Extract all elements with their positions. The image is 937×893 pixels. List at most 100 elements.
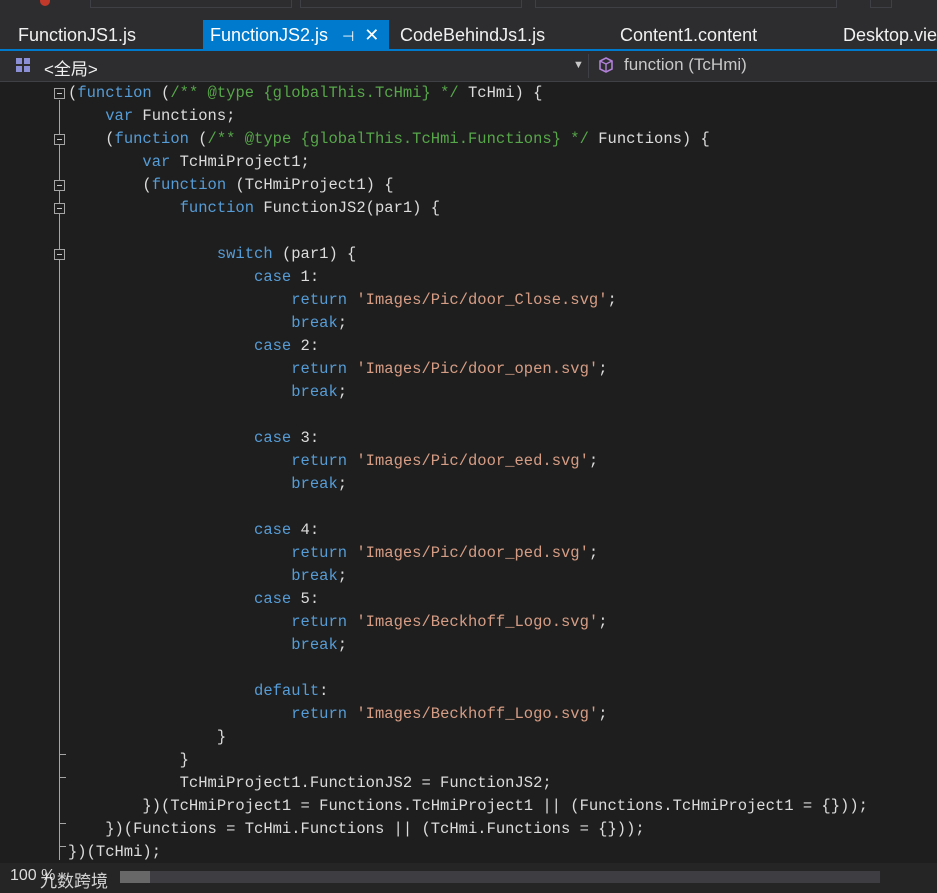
- code-line: var TcHmiProject1;: [68, 151, 310, 174]
- tab-content1[interactable]: Content1.content: [620, 20, 757, 49]
- code-token: return: [291, 705, 348, 723]
- tab-label: Content1.content: [620, 25, 758, 45]
- code-token: }: [68, 728, 227, 746]
- code-token: 'Images/Pic/door_eed.svg': [356, 452, 589, 470]
- outline-guide: [59, 100, 60, 860]
- tab-label: CodeBehindJs1.js: [400, 25, 546, 45]
- code-token: 'Images/Beckhoff_Logo.svg': [356, 613, 599, 631]
- code-line: case 5:: [68, 588, 319, 611]
- toolbar-dropdown[interactable]: [535, 0, 837, 8]
- code-token: (: [68, 130, 115, 148]
- code-line: return 'Images/Pic/door_Close.svg';: [68, 289, 617, 312]
- code-line: })(TcHmiProject1 = Functions.TcHmiProjec…: [68, 795, 868, 818]
- code-token: case: [254, 268, 292, 286]
- code-token: /** @type {globalThis.TcHmi.Functions} *…: [207, 130, 589, 148]
- code-token: ;: [598, 705, 608, 723]
- outline-end-tick: [60, 846, 66, 847]
- toolbar-dropdown[interactable]: [90, 0, 292, 8]
- code-token: ;: [337, 567, 348, 585]
- code-line: (function (TcHmiProject1) {: [68, 174, 394, 197]
- code-token: (: [188, 130, 208, 148]
- toolbar-button[interactable]: [870, 0, 892, 8]
- navigation-bar: <全局> ▼ function (TcHmi): [0, 51, 937, 82]
- pin-icon[interactable]: ⊣: [342, 21, 354, 51]
- code-token: })(TcHmiProject1 = Functions.TcHmiProjec…: [68, 797, 868, 815]
- scope-dropdown[interactable]: <全局> ▼: [10, 54, 589, 79]
- code-token: (: [68, 84, 78, 102]
- code-token: function: [179, 199, 255, 217]
- code-token: 2:: [291, 337, 320, 355]
- code-token: Functions) {: [588, 130, 710, 148]
- code-token: (par1) {: [272, 245, 357, 263]
- code-line: (function (/** @type {globalThis.TcHmi.F…: [68, 128, 710, 151]
- code-token: (: [151, 84, 171, 102]
- code-line: case 2:: [68, 335, 319, 358]
- code-line: })(TcHmi);: [68, 841, 161, 864]
- scrollbar-thumb[interactable]: [120, 871, 150, 883]
- code-line: case 3:: [68, 427, 319, 450]
- code-token: (: [68, 176, 152, 194]
- code-token: FunctionJS2(par1) {: [254, 199, 441, 217]
- code-token: ;: [607, 291, 617, 309]
- tab-label: FunctionJS2.js: [210, 25, 329, 45]
- code-token: case: [254, 337, 292, 355]
- code-token: 'Images/Pic/door_Close.svg': [356, 291, 608, 309]
- member-dropdown[interactable]: function (TcHmi): [596, 54, 937, 78]
- document-tab-bar: FunctionJS1.js FunctionJS2.js ⊣ ✕ CodeBehi…: [0, 20, 937, 49]
- code-token: return: [291, 360, 348, 378]
- collapse-icon[interactable]: [54, 249, 65, 260]
- code-token: default: [254, 682, 320, 700]
- tab-functionjs1[interactable]: FunctionJS1.js: [18, 20, 136, 49]
- code-token: 1:: [291, 268, 320, 286]
- tab-codebehindjs1[interactable]: CodeBehindJs1.js: [400, 20, 545, 49]
- collapse-icon[interactable]: [54, 203, 65, 214]
- code-token: Functions;: [133, 107, 236, 125]
- tab-desktop-view[interactable]: Desktop.vie: [843, 20, 937, 49]
- horizontal-scrollbar[interactable]: [120, 871, 880, 883]
- code-line: case 4:: [68, 519, 319, 542]
- code-token: 'Images/Pic/door_ped.svg': [356, 544, 589, 562]
- toolbar-dropdown[interactable]: [300, 0, 522, 8]
- code-token: TcHmiProject1;: [170, 153, 310, 171]
- close-icon[interactable]: ✕: [364, 20, 379, 50]
- tab-label: Desktop.vie: [843, 25, 937, 45]
- code-token: (TcHmiProject1) {: [226, 176, 394, 194]
- code-token: 5:: [291, 590, 320, 608]
- collapse-icon[interactable]: [54, 88, 65, 99]
- code-token: return: [291, 613, 348, 631]
- code-token: case: [254, 429, 292, 447]
- code-line: return 'Images/Pic/door_ped.svg';: [68, 542, 598, 565]
- code-token: return: [291, 452, 348, 470]
- code-line: return 'Images/Pic/door_eed.svg';: [68, 450, 598, 473]
- code-editor[interactable]: (function (/** @type {globalThis.TcHmi} …: [0, 82, 937, 863]
- code-token: })(Functions = TcHmi.Functions || (TcHmi…: [68, 820, 645, 838]
- chevron-down-icon[interactable]: ▼: [573, 59, 584, 71]
- code-token: function: [114, 130, 189, 148]
- collapse-icon[interactable]: [54, 180, 65, 191]
- code-line: (function (/** @type {globalThis.TcHmi} …: [68, 82, 542, 105]
- code-token: TcHmiProject1.FunctionJS2 = FunctionJS2;: [68, 774, 552, 792]
- code-token: /** @type {globalThis.TcHmi} */: [170, 84, 459, 102]
- outline-end-tick: [60, 823, 66, 824]
- code-token: ;: [598, 360, 608, 378]
- code-token: break: [291, 636, 338, 654]
- code-token: TcHmi) {: [458, 84, 543, 102]
- code-line: case 1:: [68, 266, 319, 289]
- tab-functionjs2[interactable]: FunctionJS2.js ⊣ ✕: [203, 20, 390, 51]
- collapse-icon[interactable]: [54, 134, 65, 145]
